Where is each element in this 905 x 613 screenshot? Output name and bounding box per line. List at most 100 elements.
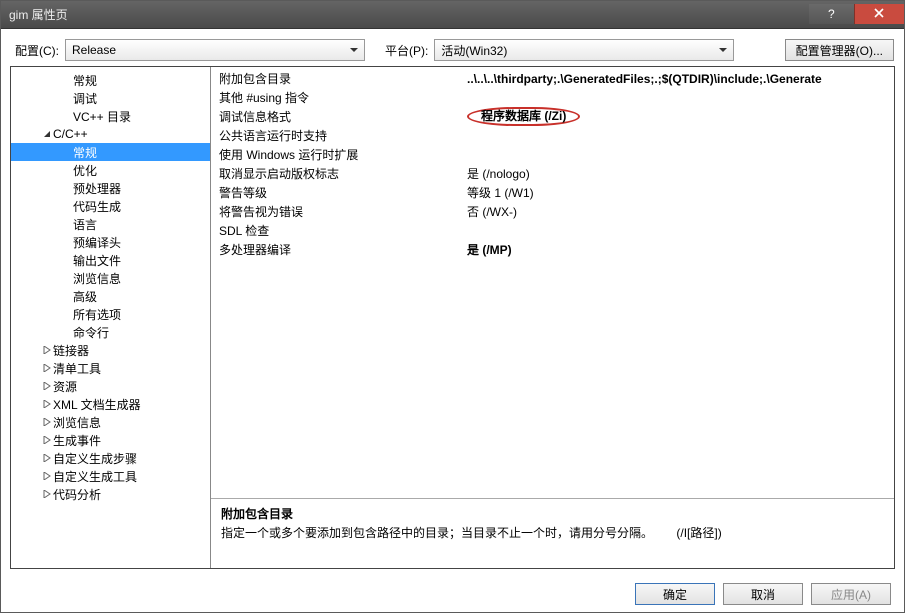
apply-button[interactable]: 应用(A) (811, 583, 891, 605)
ok-button[interactable]: 确定 (635, 583, 715, 605)
tree-item-label: 自定义生成步骤 (53, 450, 137, 467)
property-name: 多处理器编译 (211, 241, 463, 258)
chevron-right-icon[interactable] (41, 454, 53, 462)
tree-item[interactable]: 资源 (11, 377, 210, 395)
window-title: gim 属性页 (9, 6, 809, 23)
property-row[interactable]: 警告等级等级 1 (/W1) (211, 183, 894, 202)
tree-item[interactable]: 自定义生成步骤 (11, 449, 210, 467)
tree-item[interactable]: 链接器 (11, 341, 210, 359)
tree-item-label: 浏览信息 (53, 414, 101, 431)
config-label: 配置(C): (15, 42, 59, 59)
cancel-button[interactable]: 取消 (723, 583, 803, 605)
tree-item[interactable]: 常规 (11, 143, 210, 161)
property-row[interactable]: 将警告视为错误否 (/WX-) (211, 202, 894, 221)
chevron-right-icon[interactable] (41, 472, 53, 480)
tree-item[interactable]: 自定义生成工具 (11, 467, 210, 485)
property-name: SDL 检查 (211, 222, 463, 239)
property-row[interactable]: 附加包含目录..\..\..\thirdparty;.\GeneratedFil… (211, 69, 894, 88)
tree-item-label: 所有选项 (73, 306, 121, 323)
chevron-right-icon[interactable] (41, 418, 53, 426)
property-name: 取消显示启动版权标志 (211, 165, 463, 182)
titlebar: gim 属性页 ? (1, 1, 904, 29)
chevron-right-icon[interactable] (41, 364, 53, 372)
tree-item-label: 预处理器 (73, 180, 121, 197)
tree-item-label: 自定义生成工具 (53, 468, 137, 485)
property-row[interactable]: 其他 #using 指令 (211, 88, 894, 107)
property-name: 使用 Windows 运行时扩展 (211, 146, 463, 163)
property-value[interactable]: 程序数据库 (/Zi) (463, 107, 894, 126)
tree-item[interactable]: 所有选项 (11, 305, 210, 323)
tree-item-label: 清单工具 (53, 360, 101, 377)
tree-item[interactable]: 代码分析 (11, 485, 210, 503)
property-value[interactable]: ..\..\..\thirdparty;.\GeneratedFiles;.;$… (463, 72, 894, 86)
tree-item[interactable]: 浏览信息 (11, 269, 210, 287)
tree-item[interactable]: 高级 (11, 287, 210, 305)
tree-item[interactable]: 预处理器 (11, 179, 210, 197)
config-combo[interactable]: Release (65, 39, 365, 61)
chevron-right-icon[interactable] (41, 346, 53, 354)
toolbar: 配置(C): Release 平台(P): 活动(Win32) 配置管理器(O)… (1, 29, 904, 65)
property-row[interactable]: 使用 Windows 运行时扩展 (211, 145, 894, 164)
property-row[interactable]: 调试信息格式程序数据库 (/Zi) (211, 107, 894, 126)
property-name: 调试信息格式 (211, 108, 463, 125)
tree-item-label: 代码分析 (53, 486, 101, 503)
tree-item[interactable]: 语言 (11, 215, 210, 233)
tree-item-label: 常规 (73, 144, 97, 161)
svg-text:?: ? (828, 8, 835, 20)
tree-item-label: 高级 (73, 288, 97, 305)
property-value[interactable]: 是 (/nologo) (463, 165, 894, 182)
close-button[interactable] (854, 4, 904, 24)
tree-item[interactable]: 调试 (11, 89, 210, 107)
platform-combo[interactable]: 活动(Win32) (434, 39, 734, 61)
property-row[interactable]: 取消显示启动版权标志是 (/nologo) (211, 164, 894, 183)
tree-item[interactable]: 生成事件 (11, 431, 210, 449)
tree-item[interactable]: 输出文件 (11, 251, 210, 269)
property-name: 警告等级 (211, 184, 463, 201)
chevron-down-icon[interactable] (41, 130, 53, 138)
tree-item[interactable]: C/C++ (11, 125, 210, 143)
tree-item-label: 生成事件 (53, 432, 101, 449)
description-box: 附加包含目录 指定一个或多个要添加到包含路径中的目录；当目录不止一个时，请用分号… (211, 498, 894, 568)
property-value[interactable]: 等级 1 (/W1) (463, 184, 894, 201)
property-row[interactable]: 多处理器编译是 (/MP) (211, 240, 894, 259)
chevron-right-icon[interactable] (41, 382, 53, 390)
tree-item[interactable]: 清单工具 (11, 359, 210, 377)
property-row[interactable]: 公共语言运行时支持 (211, 126, 894, 145)
config-manager-label: 配置管理器(O)... (796, 42, 883, 59)
tree-item[interactable]: XML 文档生成器 (11, 395, 210, 413)
tree-item[interactable]: 命令行 (11, 323, 210, 341)
chevron-right-icon[interactable] (41, 436, 53, 444)
description-body: 指定一个或多个要添加到包含路径中的目录；当目录不止一个时，请用分号分隔。 (/I… (221, 524, 884, 541)
tree-item[interactable]: 优化 (11, 161, 210, 179)
tree-item-label: 优化 (73, 162, 97, 179)
chevron-right-icon[interactable] (41, 490, 53, 498)
help-button[interactable]: ? (809, 4, 854, 24)
property-row[interactable]: SDL 检查 (211, 221, 894, 240)
tree-item[interactable]: VC++ 目录 (11, 107, 210, 125)
tree-item[interactable]: 常规 (11, 71, 210, 89)
property-panel: 附加包含目录..\..\..\thirdparty;.\GeneratedFil… (211, 67, 894, 568)
tree-item[interactable]: 浏览信息 (11, 413, 210, 431)
config-manager-button[interactable]: 配置管理器(O)... (785, 39, 894, 61)
tree-item[interactable]: 预编译头 (11, 233, 210, 251)
tree-item-label: 预编译头 (73, 234, 121, 251)
category-tree[interactable]: 常规调试VC++ 目录C/C++常规优化预处理器代码生成语言预编译头输出文件浏览… (11, 67, 211, 568)
property-grid[interactable]: 附加包含目录..\..\..\thirdparty;.\GeneratedFil… (211, 67, 894, 498)
property-value[interactable]: 是 (/MP) (463, 241, 894, 258)
content-area: 常规调试VC++ 目录C/C++常规优化预处理器代码生成语言预编译头输出文件浏览… (10, 66, 895, 569)
tree-item-label: VC++ 目录 (73, 108, 131, 125)
tree-item-label: 浏览信息 (73, 270, 121, 287)
chevron-right-icon[interactable] (41, 400, 53, 408)
tree-item-label: 调试 (73, 90, 97, 107)
close-icon (874, 8, 886, 20)
tree-item-label: 命令行 (73, 324, 109, 341)
config-value: Release (72, 43, 116, 57)
tree-item[interactable]: 代码生成 (11, 197, 210, 215)
property-name: 附加包含目录 (211, 70, 463, 87)
platform-label: 平台(P): (385, 42, 428, 59)
platform-value: 活动(Win32) (441, 42, 507, 59)
tree-item-label: 常规 (73, 72, 97, 89)
property-name: 其他 #using 指令 (211, 89, 463, 106)
property-name: 将警告视为错误 (211, 203, 463, 220)
property-value[interactable]: 否 (/WX-) (463, 203, 894, 220)
